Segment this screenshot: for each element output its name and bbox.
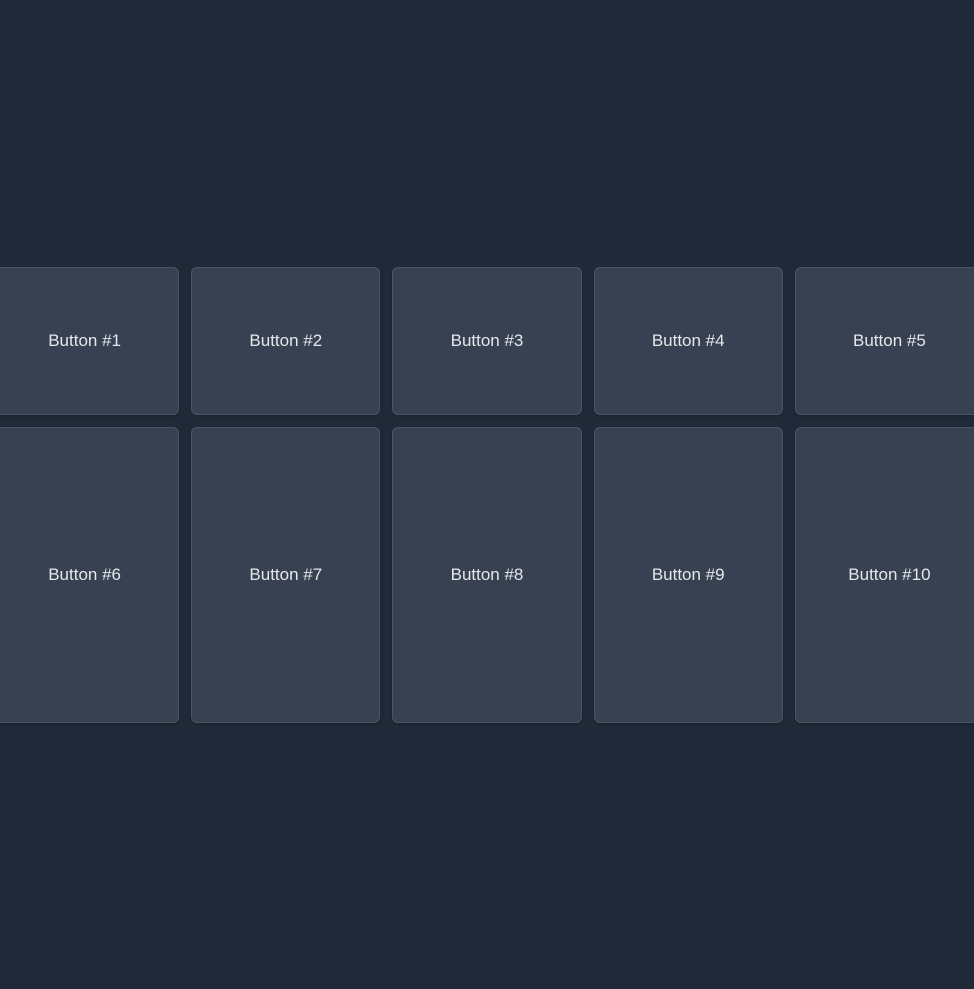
button-8[interactable]: Button #8 <box>392 427 581 723</box>
button-9[interactable]: Button #9 <box>594 427 783 723</box>
button-label: Button #3 <box>451 331 524 351</box>
button-label: Button #5 <box>853 331 926 351</box>
button-label: Button #1 <box>48 331 121 351</box>
button-label: Button #9 <box>652 565 725 585</box>
button-row-2: Button #6 Button #7 Button #8 Button #9 … <box>0 421 974 729</box>
button-grid-container: Button #1 Button #2 Button #3 Button #4 … <box>0 0 974 989</box>
button-label: Button #7 <box>249 565 322 585</box>
button-5[interactable]: Button #5 <box>795 267 974 415</box>
button-label: Button #4 <box>652 331 725 351</box>
button-10[interactable]: Button #10 <box>795 427 974 723</box>
button-1[interactable]: Button #1 <box>0 267 179 415</box>
button-6[interactable]: Button #6 <box>0 427 179 723</box>
button-row-1: Button #1 Button #2 Button #3 Button #4 … <box>0 261 974 421</box>
button-label: Button #2 <box>249 331 322 351</box>
button-label: Button #10 <box>848 565 930 585</box>
button-7[interactable]: Button #7 <box>191 427 380 723</box>
button-label: Button #8 <box>451 565 524 585</box>
button-label: Button #6 <box>48 565 121 585</box>
button-3[interactable]: Button #3 <box>392 267 581 415</box>
button-2[interactable]: Button #2 <box>191 267 380 415</box>
button-4[interactable]: Button #4 <box>594 267 783 415</box>
